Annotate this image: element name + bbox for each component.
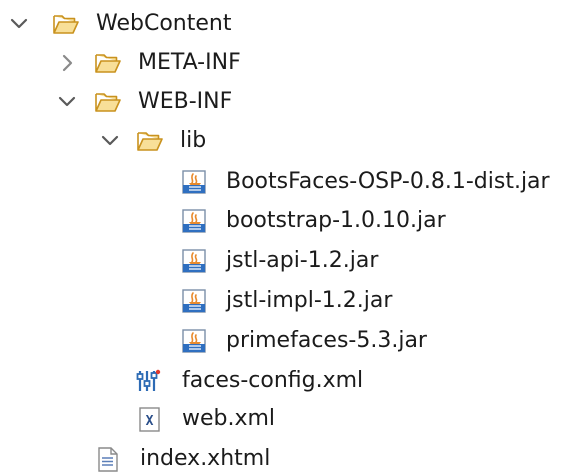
tree-item-faces-config[interactable]: faces-config.xml — [0, 362, 583, 401]
xml-file-icon — [139, 407, 160, 432]
tree-item-index-xhtml[interactable]: index.xhtml — [0, 440, 583, 473]
folder-open-icon — [95, 93, 121, 112]
tree-item-label: bootstrap-1.0.10.jar — [226, 208, 446, 233]
folder-open-icon — [137, 132, 163, 151]
tree-item-label: faces-config.xml — [182, 368, 364, 393]
tree-item-web-xml[interactable]: web.xml — [0, 400, 583, 439]
folder-open-icon — [53, 15, 79, 34]
tree-item-label: BootsFaces-OSP-0.8.1-dist.jar — [226, 169, 550, 194]
tree-item-web-inf[interactable]: WEB-INF — [0, 83, 583, 122]
jar-icon — [182, 249, 206, 273]
faces-config-icon — [136, 368, 162, 393]
tree-item-label: WEB-INF — [138, 89, 233, 114]
tree-item-label: jstl-impl-1.2.jar — [226, 288, 393, 313]
tree-item-label: primefaces-5.3.jar — [226, 328, 427, 353]
project-explorer-tree: WebContent META-INF WEB-INF lib BootsFac… — [0, 0, 583, 473]
tree-item-label: lib — [180, 128, 207, 153]
tree-item-jar[interactable]: primefaces-5.3.jar — [0, 322, 583, 361]
tree-item-jar[interactable]: bootstrap-1.0.10.jar — [0, 202, 583, 241]
tree-item-lib[interactable]: lib — [0, 122, 583, 161]
jar-icon — [182, 170, 206, 194]
jar-icon — [182, 209, 206, 233]
jar-icon — [182, 289, 206, 313]
tree-item-meta-inf[interactable]: META-INF — [0, 44, 583, 83]
tree-item-label: index.xhtml — [140, 446, 271, 471]
jar-icon — [182, 329, 206, 353]
tree-item-label: META-INF — [138, 50, 241, 75]
chevron-down-icon[interactable] — [8, 13, 30, 35]
chevron-right-icon[interactable] — [56, 52, 78, 74]
tree-item-label: jstl-api-1.2.jar — [226, 248, 379, 273]
chevron-down-icon[interactable] — [99, 130, 121, 152]
tree-item-label: WebContent — [96, 11, 232, 36]
tree-item-jar[interactable]: jstl-impl-1.2.jar — [0, 282, 583, 321]
chevron-down-icon[interactable] — [56, 91, 78, 113]
html-file-icon — [98, 447, 118, 472]
tree-item-jar[interactable]: jstl-api-1.2.jar — [0, 242, 583, 281]
tree-item-label: web.xml — [182, 406, 276, 431]
tree-item-jar[interactable]: BootsFaces-OSP-0.8.1-dist.jar — [0, 163, 583, 202]
tree-item-webcontent[interactable]: WebContent — [0, 5, 583, 44]
folder-open-icon — [95, 54, 121, 73]
